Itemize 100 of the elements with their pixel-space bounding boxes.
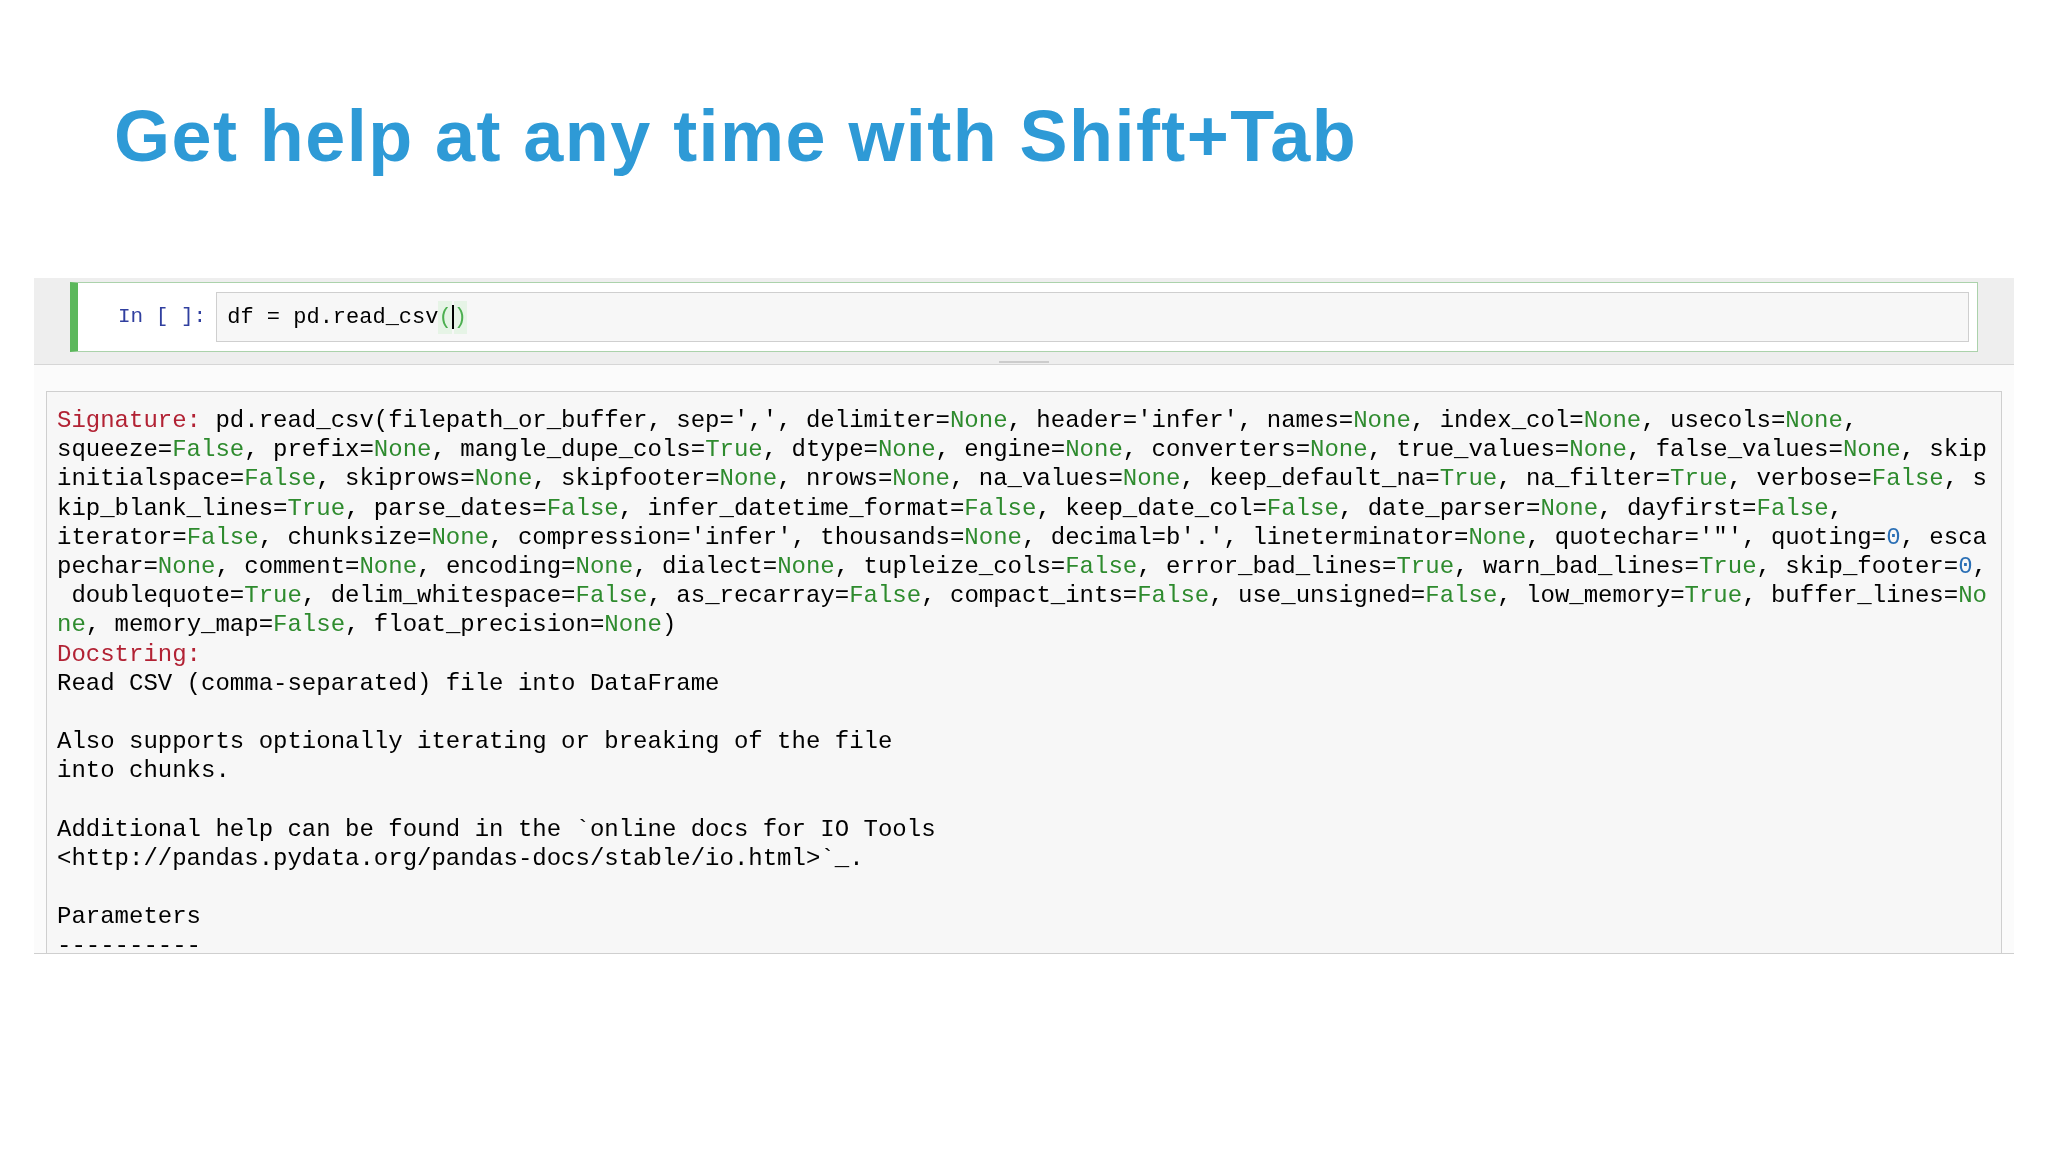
code-text: , dayfirst=: [1598, 494, 1757, 522]
keyword-text: None: [1468, 523, 1527, 551]
code-text: , na_filter=: [1497, 465, 1671, 493]
keyword-text: None: [604, 611, 662, 639]
code-text: , date_parser=: [1338, 494, 1541, 522]
keyword-text: None: [1122, 465, 1181, 493]
code-text: , index_col=: [1410, 407, 1584, 434]
docstring-text: Additional help can be found in the `online docs for IO Tools: [57, 815, 936, 843]
keyword-text: None: [1540, 494, 1599, 522]
code-text: , skipfooter=: [532, 465, 720, 493]
keyword-text: None: [892, 465, 950, 493]
keyword-text: True: [1439, 465, 1498, 493]
code-text: , compression='infer', thousands=: [489, 523, 965, 551]
keyword-text: True: [244, 582, 302, 610]
code-text: initialspace=: [57, 465, 245, 493]
code-text: , chunksize=: [258, 523, 432, 551]
code-text: , as_recarray=: [647, 582, 850, 610]
code-input-field[interactable]: df = pd.read_csv(): [216, 292, 1969, 342]
keyword-text: True: [1396, 552, 1455, 580]
section-label: Docstring:: [57, 640, 202, 668]
code-text: doublequote=: [70, 582, 245, 610]
code-text: ,: [1972, 552, 1987, 580]
keyword-text: None: [964, 523, 1022, 551]
code-text: , true_values=: [1367, 436, 1570, 464]
code-text: , skip: [1900, 436, 1987, 464]
keyword-text: None: [373, 436, 432, 464]
docstring-text: Read CSV (comma-separated) file into DataFrame: [57, 669, 720, 697]
text-cursor: [451, 305, 454, 329]
code-text: , tupleize_cols=: [834, 552, 1066, 580]
keyword-text: No: [1958, 582, 1987, 610]
keyword-text: False: [1266, 494, 1339, 522]
code-text: pd.read_csv(filepath_or_buffer, sep=',', delimiter=: [214, 407, 950, 434]
keyword-text: True: [1670, 465, 1728, 493]
code-text: , quotechar='"', quoting=: [1526, 523, 1887, 551]
code-text: , buffer_lines=: [1742, 582, 1959, 610]
code-text: , header='infer', names=: [1007, 407, 1354, 434]
code-text: , false_values=: [1626, 436, 1843, 464]
matched-bracket: (: [438, 300, 452, 334]
keyword-text: True: [705, 436, 763, 464]
keyword-text: False: [1137, 582, 1210, 610]
docstring-text: Parameters: [57, 903, 202, 931]
keyword-text: False: [244, 465, 317, 493]
code-text: , keep_default_na=: [1180, 465, 1440, 493]
keyword-text: None: [1310, 436, 1368, 464]
code-text: ,: [1828, 494, 1843, 522]
keyword-text: False: [1756, 494, 1829, 522]
code-text: , compact_ints=: [921, 582, 1138, 610]
code-text: , mangle_dupe_cols=: [431, 436, 706, 464]
input-prompt: In [ ]:: [118, 304, 207, 331]
docstring-text: into chunks.: [57, 757, 230, 785]
keyword-text: True: [287, 494, 346, 522]
docstring-text: <http://pandas.pydata.org/pandas-docs/stable/io.html>`_.: [57, 844, 864, 872]
keyword-text: None: [1353, 407, 1411, 434]
keyword-text: None: [474, 465, 533, 493]
code-text: ): [661, 611, 677, 639]
code-text: iterator=: [57, 523, 187, 551]
code-text: , na_values=: [949, 465, 1123, 493]
number-text: 0: [1958, 552, 1973, 580]
keyword-text: None: [1842, 436, 1901, 464]
keyword-text: False: [546, 494, 619, 522]
code-text: , warn_bad_lines=: [1454, 552, 1699, 580]
code-text: pechar=: [57, 552, 158, 580]
keyword-text: None: [575, 552, 634, 580]
code-text: , skiprows=: [316, 465, 475, 493]
keyword-text: False: [964, 494, 1037, 522]
keyword-text: False: [849, 582, 922, 610]
keyword-text: False: [1065, 552, 1138, 580]
code-text: , usecols=: [1641, 407, 1786, 434]
keyword-text: ne: [57, 611, 86, 639]
number-text: 0: [1886, 523, 1901, 551]
keyword-text: True: [1684, 582, 1743, 610]
code-text: , dialect=: [633, 552, 778, 580]
code-text: , keep_date_col=: [1036, 494, 1267, 522]
code-text: , s: [1943, 465, 1987, 493]
code-text: , low_memory=: [1497, 582, 1685, 610]
code-text: df = pd.read_csv: [227, 303, 439, 332]
keyword-text: False: [1425, 582, 1498, 610]
keyword-text: None: [1583, 407, 1642, 434]
code-text: , comment=: [215, 552, 360, 580]
code-text: , error_bad_lines=: [1137, 552, 1397, 580]
code-text: , nrows=: [777, 465, 893, 493]
code-text: , memory_map=: [85, 611, 274, 639]
code-text: , dtype=: [762, 436, 878, 464]
code-text: , skip_footer=: [1756, 552, 1959, 580]
keyword-text: False: [575, 582, 648, 610]
docstring-text: ----------: [57, 932, 202, 953]
keyword-text: None: [431, 523, 490, 551]
keyword-text: None: [1785, 407, 1843, 434]
keyword-text: None: [157, 552, 216, 580]
keyword-text: None: [719, 465, 778, 493]
code-text: , delim_whitespace=: [301, 582, 576, 610]
keyword-text: False: [186, 523, 259, 551]
keyword-text: False: [273, 611, 346, 639]
keyword-text: True: [1698, 552, 1757, 580]
code-text: , converters=: [1122, 436, 1311, 464]
code-text: , use_unsigned=: [1209, 582, 1426, 610]
code-text: ,: [1842, 407, 1858, 434]
code-text: squeeze=: [57, 436, 173, 464]
keyword-text: None: [1065, 436, 1123, 464]
docstring-text: Also supports optionally iterating or breaking of the file: [57, 728, 893, 756]
